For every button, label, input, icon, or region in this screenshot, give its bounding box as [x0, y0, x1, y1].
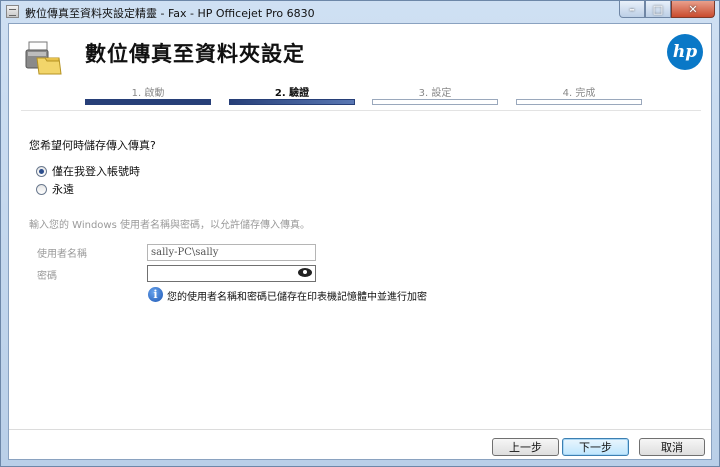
step-progress-bar [229, 99, 355, 105]
close-icon: ✕ [688, 2, 698, 16]
step-label: 1. 啟動 [131, 88, 165, 99]
header-divider [21, 110, 701, 111]
next-button[interactable]: 下一步 [562, 438, 629, 456]
step-progress-bar [372, 99, 498, 105]
encryption-info-text: 您的使用者名稱和密碼已儲存在印表機記憶體中並進行加密 [167, 292, 427, 303]
radio-label: 永遠 [52, 183, 74, 196]
title-bar[interactable]: 數位傳真至資料夾設定精靈 - Fax - HP Officejet Pro 68… [1, 1, 719, 23]
step-label: 2. 驗證 [274, 88, 310, 99]
maximize-icon: □ [652, 2, 664, 16]
password-label: 密碼 [37, 271, 57, 282]
step-verify: 2. 驗證 [229, 84, 355, 105]
minimize-button[interactable]: – [619, 1, 645, 18]
username-field[interactable]: sally-PC\sally [147, 244, 316, 261]
maximize-button[interactable]: □ [645, 1, 671, 18]
step-progress-bar [516, 99, 642, 105]
save-question: 您希望何時儲存傳入傳真? [29, 139, 156, 152]
close-button[interactable]: ✕ [671, 1, 715, 18]
password-field[interactable] [147, 265, 316, 282]
wizard-window: 數位傳真至資料夾設定精靈 - Fax - HP Officejet Pro 68… [0, 0, 720, 467]
wizard-content: 數位傳真至資料夾設定 hp 1. 啟動 2. 驗證 3. 設定 4. 完成 您希… [8, 23, 712, 460]
back-button[interactable]: 上一步 [492, 438, 559, 456]
folder-fax-icon [25, 41, 62, 75]
credentials-note: 輸入您的 Windows 使用者名稱與密碼，以允許儲存傳入傳真。 [29, 220, 310, 231]
radio-button-selected[interactable] [36, 165, 47, 177]
window-controls: – □ ✕ [619, 1, 715, 19]
radio-label: 僅在我登入帳號時 [52, 165, 140, 178]
radio-logged-in-only[interactable]: 僅在我登入帳號時 [36, 163, 140, 179]
step-settings: 3. 設定 [372, 84, 498, 105]
cancel-button[interactable]: 取消 [639, 438, 705, 456]
show-password-eye-icon[interactable] [298, 268, 312, 277]
step-label: 3. 設定 [418, 88, 452, 99]
username-label: 使用者名稱 [37, 249, 87, 260]
step-label: 4. 完成 [562, 88, 596, 99]
wizard-steps: 1. 啟動 2. 驗證 3. 設定 4. 完成 [85, 84, 645, 106]
window-title: 數位傳真至資料夾設定精靈 - Fax - HP Officejet Pro 68… [25, 7, 315, 20]
step-finish: 4. 完成 [516, 84, 642, 105]
footer-divider [9, 429, 711, 430]
info-icon: i [148, 287, 163, 302]
page-title: 數位傳真至資料夾設定 [85, 42, 305, 66]
minimize-icon: – [629, 2, 635, 16]
step-progress-bar [85, 99, 211, 105]
step-start: 1. 啟動 [85, 84, 211, 105]
hp-logo: hp [667, 34, 703, 70]
wizard-header: 數位傳真至資料夾設定 hp [9, 24, 711, 86]
app-icon [6, 5, 19, 18]
radio-always[interactable]: 永遠 [36, 181, 74, 197]
radio-button[interactable] [36, 183, 47, 195]
